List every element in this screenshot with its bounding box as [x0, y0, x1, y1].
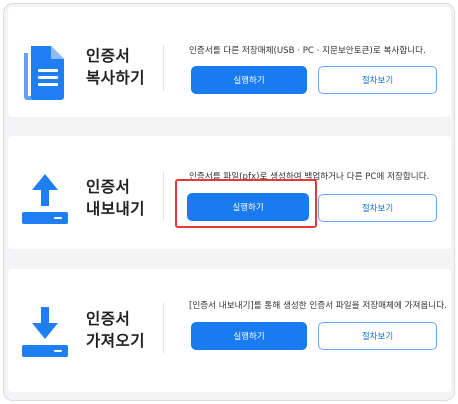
title-line1: 인증서	[86, 310, 131, 328]
title-line1: 인증서	[86, 47, 131, 65]
title-line2: 내보내기	[86, 200, 146, 218]
section-divider	[163, 45, 164, 91]
section-title: 인증서 가져오기	[86, 308, 145, 352]
copy-procedure-button[interactable]: 절차보기	[318, 66, 437, 94]
upload-tray-icon	[22, 174, 68, 224]
certificate-copy-section: 인증서 복사하기 인증서를 다른 저장매체(USB · PC · 지문보안토큰)…	[8, 7, 451, 117]
download-tray-icon	[22, 307, 68, 357]
certificate-management-panel: 인증서 복사하기 인증서를 다른 저장매체(USB · PC · 지문보안토큰)…	[3, 3, 455, 401]
certificate-import-section: 인증서 가져오기 [인증서 내보내기]를 통해 생성한 인증서 파일을 저장매체…	[8, 269, 451, 392]
import-execute-button[interactable]: 실행하기	[191, 322, 307, 350]
section-title: 인증서 복사하기	[86, 45, 145, 89]
section-description: 인증서를 파일(pfx)로 생성하여 백업하거나 다른 PC에 저장합니다.	[189, 172, 430, 182]
section-divider	[163, 303, 164, 353]
section-description: 인증서를 다른 저장매체(USB · PC · 지문보안토큰)로 복사합니다.	[189, 46, 426, 56]
title-line2: 가져오기	[86, 332, 146, 350]
copy-execute-button[interactable]: 실행하기	[191, 66, 307, 94]
import-procedure-button[interactable]: 절차보기	[318, 322, 437, 350]
section-description: [인증서 내보내기]를 통해 생성한 인증서 파일을 저장매체에 가져옵니다.	[189, 301, 447, 311]
copy-document-icon	[24, 46, 64, 100]
certificate-export-section: 인증서 내보내기 인증서를 파일(pfx)로 생성하여 백업하거나 다른 PC에…	[8, 136, 451, 249]
title-line2: 복사하기	[86, 69, 146, 87]
section-title: 인증서 내보내기	[86, 176, 145, 220]
section-divider	[163, 172, 164, 220]
export-procedure-button[interactable]: 절차보기	[318, 194, 437, 222]
export-execute-button[interactable]: 실행하기	[187, 193, 309, 221]
title-line1: 인증서	[86, 178, 131, 196]
